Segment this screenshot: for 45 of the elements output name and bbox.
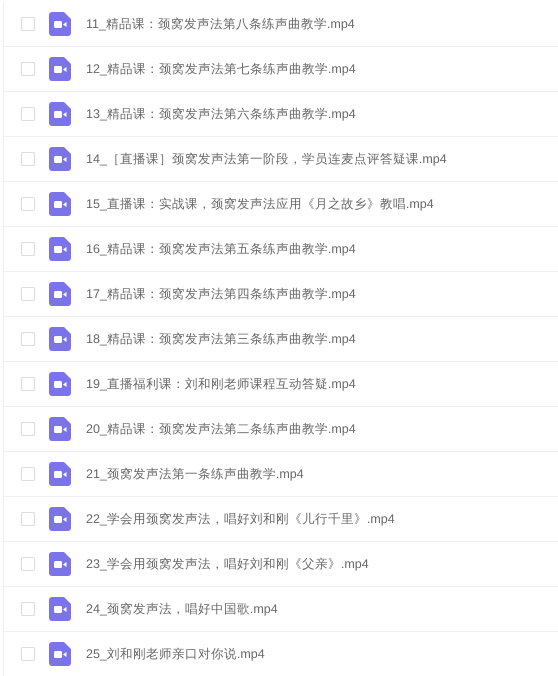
file-name[interactable]: 17_精品课：颈窝发声法第四条练声曲教学.mp4 <box>86 284 356 304</box>
video-file-icon <box>49 372 71 396</box>
video-file-icon <box>49 102 71 126</box>
video-file-icon <box>49 147 71 171</box>
video-file-icon <box>49 192 71 216</box>
file-name[interactable]: 12_精品课：颈窝发声法第七条练声曲教学.mp4 <box>86 60 356 78</box>
file-name[interactable]: 14_［直播课］颈窝发声法第一阶段，学员连麦点评答疑课.mp4 <box>86 150 447 168</box>
checkbox[interactable] <box>21 332 35 346</box>
file-name[interactable]: 11_精品课：颈窝发声法第八条练声曲教学.mp4 <box>86 14 355 34</box>
checkbox[interactable] <box>21 467 35 481</box>
checkbox[interactable] <box>21 152 35 166</box>
checkbox[interactable] <box>21 377 35 391</box>
video-file-icon <box>49 507 71 531</box>
checkbox[interactable] <box>21 197 35 211</box>
file-name[interactable]: 23_学会用颈窝发声法，唱好刘和刚《父亲》.mp4 <box>86 554 369 574</box>
video-file-icon <box>49 57 71 81</box>
checkbox[interactable] <box>21 107 35 121</box>
file-name[interactable]: 21_颈窝发声法第一条练声曲教学.mp4 <box>86 464 304 484</box>
checkbox[interactable] <box>21 287 35 301</box>
checkbox[interactable] <box>21 62 35 76</box>
video-file-icon <box>49 12 71 36</box>
video-file-icon <box>49 642 71 666</box>
video-file-icon <box>49 552 71 576</box>
file-name[interactable]: 16_精品课：颈窝发声法第五条练声曲教学.mp4 <box>86 240 356 258</box>
file-name[interactable]: 25_刘和刚老师亲口对你说.mp4 <box>86 644 265 664</box>
checkbox[interactable] <box>21 242 35 256</box>
file-name[interactable]: 19_直播福利课：刘和刚老师课程互动答疑.mp4 <box>86 374 356 394</box>
video-file-icon <box>49 417 71 441</box>
file-name[interactable]: 22_学会用颈窝发声法，唱好刘和刚《儿行千里》.mp4 <box>86 510 395 528</box>
checkbox[interactable] <box>21 647 35 661</box>
checkbox[interactable] <box>21 557 35 571</box>
file-name[interactable]: 20_精品课：颈窝发声法第二条练声曲教学.mp4 <box>86 420 356 438</box>
checkbox[interactable] <box>21 17 35 31</box>
file-name[interactable]: 24_颈窝发声法，唱好中国歌.mp4 <box>86 600 278 618</box>
video-file-icon <box>49 462 71 486</box>
file-name[interactable]: 13_精品课：颈窝发声法第六条练声曲教学.mp4 <box>86 104 356 124</box>
video-file-icon <box>49 282 71 306</box>
file-name[interactable]: 15_直播课：实战课，颈窝发声法应用《月之故乡》教唱.mp4 <box>86 194 434 214</box>
video-file-icon <box>49 327 71 351</box>
video-file-icon <box>49 597 71 621</box>
checkbox[interactable] <box>21 422 35 436</box>
video-file-icon <box>49 237 71 261</box>
file-name[interactable]: 18_精品课：颈窝发声法第三条练声曲教学.mp4 <box>86 330 356 348</box>
checkbox[interactable] <box>21 602 35 616</box>
checkbox[interactable] <box>21 512 35 526</box>
